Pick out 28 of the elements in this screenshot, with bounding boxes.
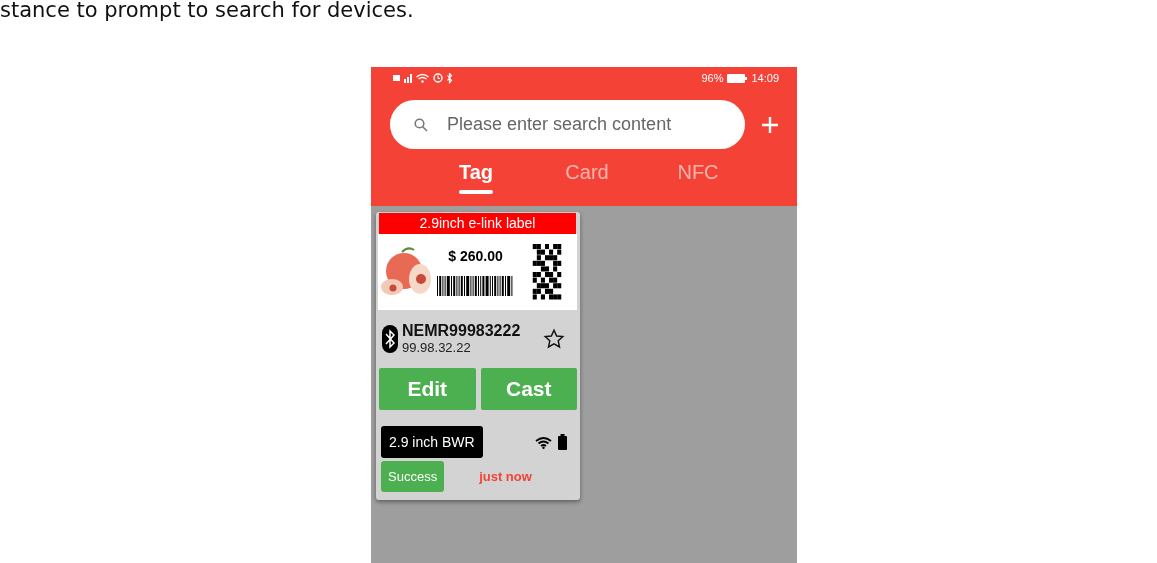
tab[interactable]: NFC [642, 153, 754, 206]
price-text: $ 260.00 [448, 248, 503, 264]
signal-icon [404, 73, 412, 83]
barcode-icon [436, 276, 515, 296]
device-address: 99.98.32.22 [402, 340, 472, 355]
alarm-icon [433, 73, 443, 83]
device-name: NEMR99983222 [402, 322, 522, 340]
edit-button[interactable]: Edit [379, 368, 476, 410]
bluetooth-icon [447, 72, 453, 84]
document-text: stance to prompt to search for devices. [0, 0, 414, 22]
battery-percent: 96% [701, 72, 724, 84]
sim-card-icon [393, 75, 400, 81]
clock-time: 14:09 [751, 72, 779, 84]
tab[interactable]: Tag [420, 153, 532, 206]
battery-icon [727, 73, 748, 83]
wifi-icon [416, 73, 429, 83]
update-time: just now [479, 469, 532, 484]
favorite-star-icon[interactable] [543, 327, 565, 350]
wifi-icon [535, 435, 552, 449]
bluetooth-icon [382, 324, 398, 353]
cast-button[interactable]: Cast [480, 368, 577, 410]
battery-icon [558, 434, 567, 450]
label-type-header: 2.9inch e-link label [379, 213, 576, 234]
search-field[interactable]: Please enter search content [390, 100, 745, 149]
status-badge: Success [381, 461, 445, 492]
model-tag: 2.9 inch BWR [381, 426, 483, 458]
add-icon[interactable] [761, 115, 779, 134]
tab[interactable]: Card [531, 153, 643, 206]
